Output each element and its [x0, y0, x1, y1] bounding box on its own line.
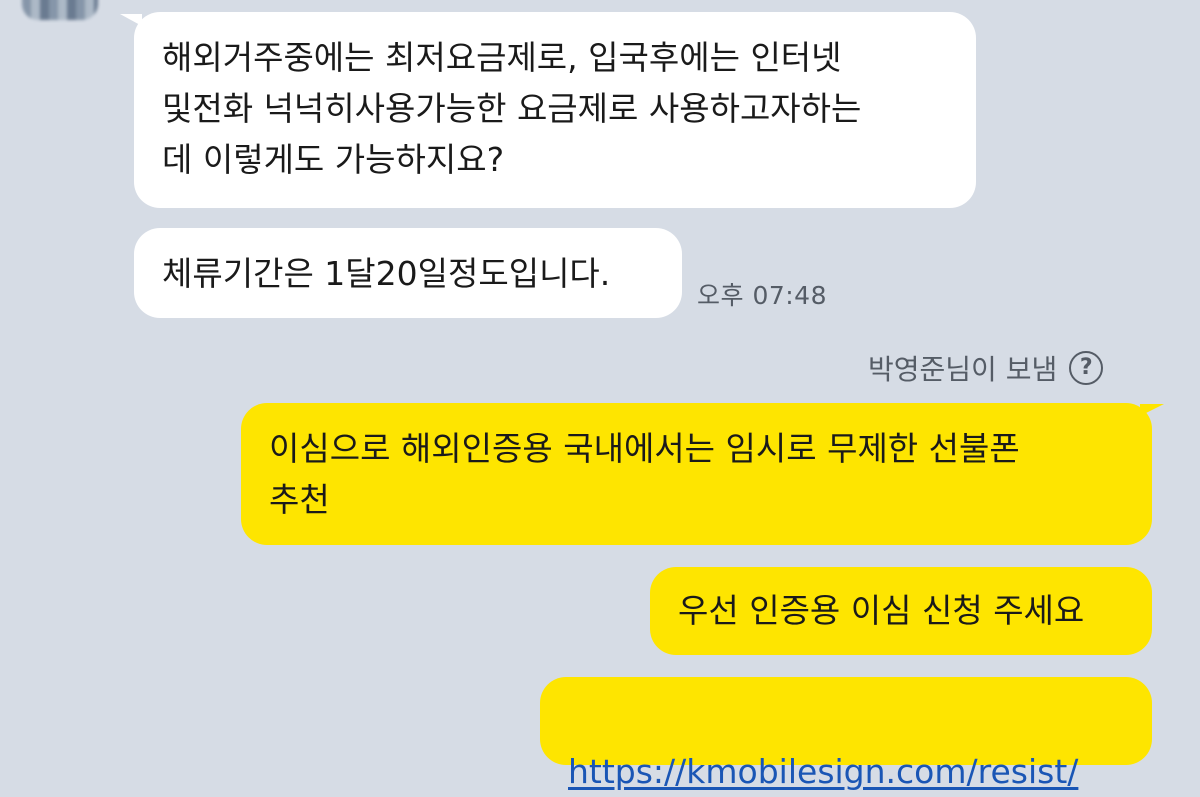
help-icon[interactable]: ? — [1069, 351, 1104, 385]
sender-label: 박영준님이 보냄 — [868, 353, 1058, 386]
outgoing-message[interactable]: 우선 인증용 이심 신청 주세요 — [650, 567, 1152, 655]
incoming-message[interactable]: 해외거주중에는 최저요금제로, 입국후에는 인터넷 및전화 넉넉히사용가능한 요… — [134, 12, 976, 208]
outgoing-message[interactable]: 이심으로 해외인증용 국내에서는 임시로 무제한 선불폰 추천 — [241, 403, 1152, 545]
sender-avatar[interactable] — [22, 0, 98, 20]
incoming-message[interactable]: 체류기간은 1달20일정도입니다. — [134, 228, 682, 318]
outgoing-message[interactable]: https://kmobilesign.com/resist/ — [540, 677, 1152, 791]
message-timestamp: 오후 07:48 — [697, 281, 827, 310]
sender-info: 박영준님이 보냄 ? — [868, 348, 1104, 388]
message-link[interactable]: https://kmobilesign.com/resist/ — [568, 752, 1078, 791]
